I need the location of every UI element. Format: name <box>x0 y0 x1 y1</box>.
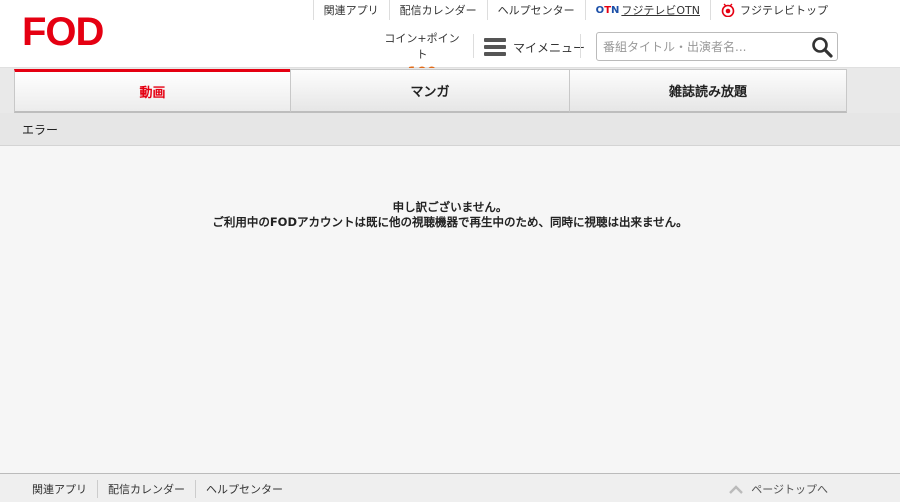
coin-label: コイン+ポイント <box>384 32 460 61</box>
site-header: FOD 関連アプリ 配信カレンダー ヘルプセンター OTN フジテレビOTN フ… <box>0 0 900 81</box>
footer-link-help[interactable]: ヘルプセンター <box>195 479 293 498</box>
tab-manga[interactable]: マンガ <box>290 69 570 113</box>
otn-logo-icon: OTN <box>595 4 620 16</box>
mymenu-label: マイメニュー <box>513 40 586 55</box>
divider <box>473 34 474 58</box>
search-icon[interactable] <box>811 36 833 58</box>
search-input[interactable] <box>603 37 803 57</box>
tab-label: 雑誌読み放題 <box>668 85 747 100</box>
error-message-line: 申し訳ございません。 <box>392 200 508 214</box>
utility-links: 関連アプリ 配信カレンダー ヘルプセンター OTN フジテレビOTN フジテレビ… <box>312 0 838 20</box>
site-footer: 関連アプリ 配信カレンダー ヘルプセンター ページトップへ <box>0 473 900 502</box>
util-link-label: 配信カレンダー <box>399 4 477 17</box>
category-tabs: 動画 マンガ 雑誌読み放題 <box>0 68 900 113</box>
fod-logo[interactable]: FOD <box>22 12 104 52</box>
fujitv-eye-icon <box>721 3 735 18</box>
footer-links: 関連アプリ 配信カレンダー ヘルプセンター <box>22 474 293 502</box>
util-link-calendar[interactable]: 配信カレンダー <box>388 0 487 20</box>
tab-video[interactable]: 動画 <box>14 69 291 113</box>
tab-magazine[interactable]: 雑誌読み放題 <box>569 69 847 113</box>
otn-link-label: フジテレビOTN <box>621 4 700 17</box>
chevron-up-icon <box>729 484 744 494</box>
page-title: エラー <box>22 122 59 137</box>
divider <box>580 34 581 58</box>
page-title-bar: エラー <box>0 113 900 146</box>
error-message: 申し訳ございません。 ご利用中のFODアカウントは既に他の視聴機器で再生中のため… <box>0 200 900 230</box>
search-box <box>596 32 838 61</box>
hamburger-icon <box>484 38 506 56</box>
util-link-label: ヘルプセンター <box>497 4 575 17</box>
footer-link-related-apps[interactable]: 関連アプリ <box>22 480 97 498</box>
error-message-line: ご利用中のFODアカウントは既に他の視聴機器で再生中のため、同時に視聴は出来ませ… <box>212 215 688 229</box>
footer-link-label: 配信カレンダー <box>108 482 185 496</box>
footer-link-label: 関連アプリ <box>32 482 87 496</box>
page-top-label: ページトップへ <box>751 482 828 496</box>
util-link-help[interactable]: ヘルプセンター <box>486 0 585 20</box>
page-top-link[interactable]: ページトップへ <box>729 474 828 502</box>
footer-link-calendar[interactable]: 配信カレンダー <box>97 479 195 498</box>
fujitv-link-label: フジテレビトップ <box>740 4 828 17</box>
footer-link-label: ヘルプセンター <box>206 482 283 496</box>
mymenu-button[interactable]: マイメニュー <box>484 36 585 58</box>
util-link-fujitv-top[interactable]: フジテレビトップ <box>710 0 838 20</box>
util-link-label: 関連アプリ <box>323 4 379 17</box>
util-link-otn[interactable]: OTN フジテレビOTN <box>584 0 710 20</box>
tab-label: 動画 <box>139 86 166 101</box>
tab-label: マンガ <box>410 85 450 100</box>
util-link-related-apps[interactable]: 関連アプリ <box>312 0 389 20</box>
